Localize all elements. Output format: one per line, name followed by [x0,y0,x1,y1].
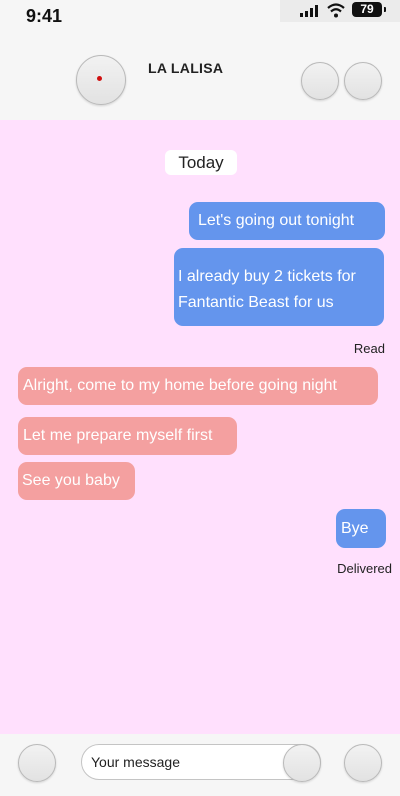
message-bubble-incoming[interactable]: See you baby [18,462,135,500]
message-bubble-incoming[interactable]: Alright, come to my home before going ni… [18,367,378,405]
video-call-button[interactable] [344,62,382,100]
status-icons: 79 [280,0,400,22]
attach-button[interactable] [18,744,56,782]
battery-icon: 79 [352,2,382,17]
chat-screen: 9:41 79 LA LALISA Today Let's going out … [0,0,400,796]
signal-icon [300,5,318,17]
status-bar: 9:41 79 [0,0,400,34]
emoji-button[interactable] [283,744,321,782]
composer-bar [0,734,400,796]
battery-cap [384,7,386,12]
chat-header: LA LALISA [0,34,400,120]
message-list: Today Let's going out tonight I already … [0,120,400,734]
read-receipt: Read [353,341,385,356]
contact-avatar-button[interactable] [76,55,126,105]
delivered-receipt: Delivered [337,561,392,576]
contact-name: LA LALISA [148,60,224,76]
message-bubble-outgoing[interactable]: I already buy 2 tickets for Fantantic Be… [174,248,384,326]
message-input[interactable] [91,745,281,779]
status-time: 9:41 [26,6,63,26]
battery-level: 79 [360,2,374,16]
call-button[interactable] [301,62,339,100]
wifi-icon [327,3,345,18]
message-bubble-outgoing[interactable]: Bye [336,509,386,548]
online-indicator-icon [97,76,102,81]
message-bubble-outgoing[interactable]: Let's going out tonight [189,202,385,240]
date-separator: Today [165,150,237,175]
message-bubble-incoming[interactable]: Let me prepare myself first [18,417,237,455]
send-button[interactable] [344,744,382,782]
